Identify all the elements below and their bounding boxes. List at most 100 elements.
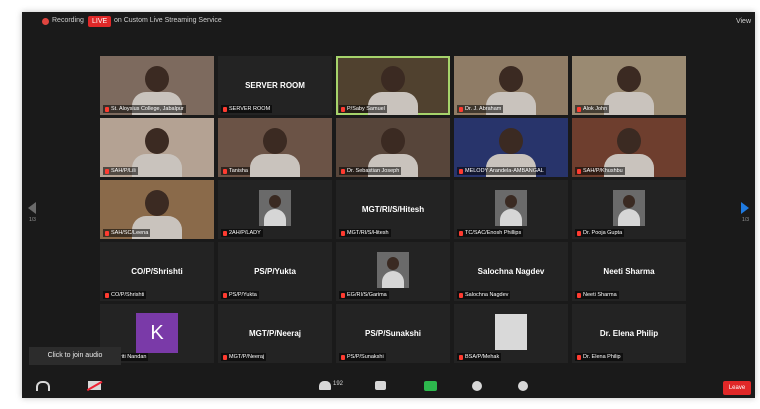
participant-tile[interactable]: SAH/P/Lili: [100, 118, 214, 177]
meeting-toolbar: 192 Leave: [22, 374, 755, 398]
previous-page-arrow-icon[interactable]: [28, 202, 36, 214]
view-button[interactable]: View: [736, 18, 751, 25]
participant-name-label: MGT/RI/S/Hitesh: [339, 229, 391, 237]
participant-tile[interactable]: Tanisha: [218, 118, 332, 177]
recording-label: Recording: [52, 17, 84, 24]
participant-label-text: Dr. Sebastian Joseph: [347, 168, 400, 174]
participants-icon[interactable]: [319, 381, 331, 390]
join-audio-icon[interactable]: [36, 381, 50, 391]
participant-name-label: Tanisha: [221, 167, 250, 175]
share-screen-icon[interactable]: [424, 381, 437, 391]
next-page-arrow-icon[interactable]: [741, 202, 749, 214]
participant-tile[interactable]: Dr. Sebastian Joseph: [336, 118, 450, 177]
participant-label-text: MELODY Arandela-AMBANGAL: [465, 168, 544, 174]
person-head: [269, 195, 281, 208]
muted-mic-icon: [341, 354, 345, 360]
participant-tile[interactable]: Dr. J. Abraham: [454, 56, 568, 115]
participant-name-label: PS/P/Yukta: [221, 291, 259, 299]
stream-service-label[interactable]: on Custom Live Streaming Service: [114, 17, 222, 24]
participant-tile[interactable]: P/Saby Samuel: [336, 56, 450, 115]
person-body: [604, 92, 654, 115]
page-indicator-right: 1/3: [742, 217, 749, 223]
participant-label-text: SAH/P/Lili: [111, 168, 136, 174]
participant-label-text: SAH/SC/Leena: [111, 230, 149, 236]
participant-tile[interactable]: PS/P/Sunakshi PS/P/Sunakshi: [336, 304, 450, 363]
participant-tile[interactable]: TC/SAC/Enosh Phillips: [454, 180, 568, 239]
person-head: [499, 128, 523, 154]
record-icon[interactable]: [472, 381, 482, 391]
participant-tile[interactable]: CO/P/Shrishti CO/P/Shrishti: [100, 242, 214, 301]
participant-display-name: CO/P/Shrishti: [131, 266, 183, 276]
person-body: [250, 154, 300, 177]
participant-tile[interactable]: EG/RI/S/Garima: [336, 242, 450, 301]
participant-label-text: EG/RI/S/Garima: [347, 292, 387, 298]
participant-tile[interactable]: PS/P/Yukta PS/P/Yukta: [218, 242, 332, 301]
participant-name-label: Dr. Sebastian Joseph: [339, 167, 402, 175]
participant-tile[interactable]: 2AH/P/LADY: [218, 180, 332, 239]
person-body: [264, 209, 286, 226]
participant-name-label: SAH/P/Lili: [103, 167, 138, 175]
participant-label-text: PS/P/Sunakshi: [347, 354, 384, 360]
participant-video: [495, 190, 527, 226]
participant-name-label: CO/P/Shrishti: [103, 291, 147, 299]
participant-display-name: MGT/RI/S/Hitesh: [361, 204, 425, 214]
participant-tile[interactable]: SERVER ROOM SERVER ROOM: [218, 56, 332, 115]
avatar: K: [136, 313, 178, 353]
participant-tile[interactable]: SAH/SC/Leena: [100, 180, 214, 239]
participant-display-name: Salochna Nagdev: [477, 266, 545, 276]
participant-label-text: TC/SAC/Enosh Phillips: [465, 230, 522, 236]
participant-tile[interactable]: SAH/P/Khushbu: [572, 118, 686, 177]
video-off-icon[interactable]: [88, 381, 101, 390]
participant-tile[interactable]: Alok John: [572, 56, 686, 115]
person-head: [145, 128, 169, 154]
participant-name-label: Dr. Pooja Gupta: [575, 229, 625, 237]
muted-mic-icon: [105, 106, 109, 112]
muted-mic-icon: [223, 354, 227, 360]
participant-label-text: Dr. Elena Philip: [583, 354, 621, 360]
participant-video: [613, 190, 645, 226]
participant-name-label: St. Aloysius College, Jabalpur: [103, 105, 186, 113]
person-head: [381, 128, 405, 154]
participant-label-text: PS/P/Yukta: [229, 292, 257, 298]
muted-mic-icon: [459, 230, 463, 236]
participant-label-text: 2AH/P/LADY: [229, 230, 261, 236]
live-badge[interactable]: LIVE: [88, 16, 112, 27]
muted-mic-icon: [223, 106, 227, 112]
recording-dot-icon: [42, 18, 49, 25]
participant-name-label: 2AH/P/LADY: [221, 229, 263, 237]
muted-mic-icon: [105, 230, 109, 236]
participant-label-text: MGT/P/Neeraj: [229, 354, 265, 360]
participant-tile[interactable]: Salochna Nagdev Salochna Nagdev: [454, 242, 568, 301]
participant-display-name: Neeti Sharma: [603, 266, 655, 276]
participant-tile[interactable]: MGT/P/Neeraj MGT/P/Neeraj: [218, 304, 332, 363]
participant-tile[interactable]: St. Aloysius College, Jabalpur: [100, 56, 214, 115]
leave-button[interactable]: Leave: [723, 381, 751, 395]
participant-display-name: PS/P/Yukta: [254, 266, 296, 276]
muted-mic-icon: [459, 354, 463, 360]
participant-label-text: CO/P/Shrishti: [111, 292, 145, 298]
participant-display-name: MGT/P/Neeraj: [248, 328, 301, 338]
participant-tile[interactable]: Neeti Sharma Neeti Sharma: [572, 242, 686, 301]
person-head: [499, 66, 523, 92]
participant-tile[interactable]: MELODY Arandela-AMBANGAL: [454, 118, 568, 177]
participant-label-text: SAH/P/Khushbu: [583, 168, 623, 174]
participant-name-label: SAH/P/Khushbu: [575, 167, 625, 175]
participant-name-label: Dr. J. Abraham: [457, 105, 504, 113]
gallery-grid: St. Aloysius College, Jabalpur SERVER ROO…: [100, 56, 686, 363]
participant-tile[interactable]: Dr. Pooja Gupta: [572, 180, 686, 239]
participant-display-name: PS/P/Sunakshi: [364, 328, 422, 338]
participant-tile[interactable]: MGT/RI/S/Hitesh MGT/RI/S/Hitesh: [336, 180, 450, 239]
participant-name-label: SERVER ROOM: [221, 105, 273, 113]
participant-display-name: Dr. Elena Philip: [599, 328, 659, 338]
reactions-icon[interactable]: [518, 381, 528, 391]
muted-mic-icon: [341, 230, 345, 236]
participant-name-label: BSA/P/Mehak: [457, 353, 502, 361]
chat-icon[interactable]: [375, 381, 386, 390]
muted-mic-icon: [223, 168, 227, 174]
join-audio-tooltip: Click to join audio: [29, 347, 121, 365]
muted-mic-icon: [341, 106, 345, 112]
muted-mic-icon: [223, 230, 227, 236]
participant-name-label: Dr. Elena Philip: [575, 353, 623, 361]
participant-tile[interactable]: Dr. Elena Philip Dr. Elena Philip: [572, 304, 686, 363]
participant-tile[interactable]: BSA/P/Mehak: [454, 304, 568, 363]
